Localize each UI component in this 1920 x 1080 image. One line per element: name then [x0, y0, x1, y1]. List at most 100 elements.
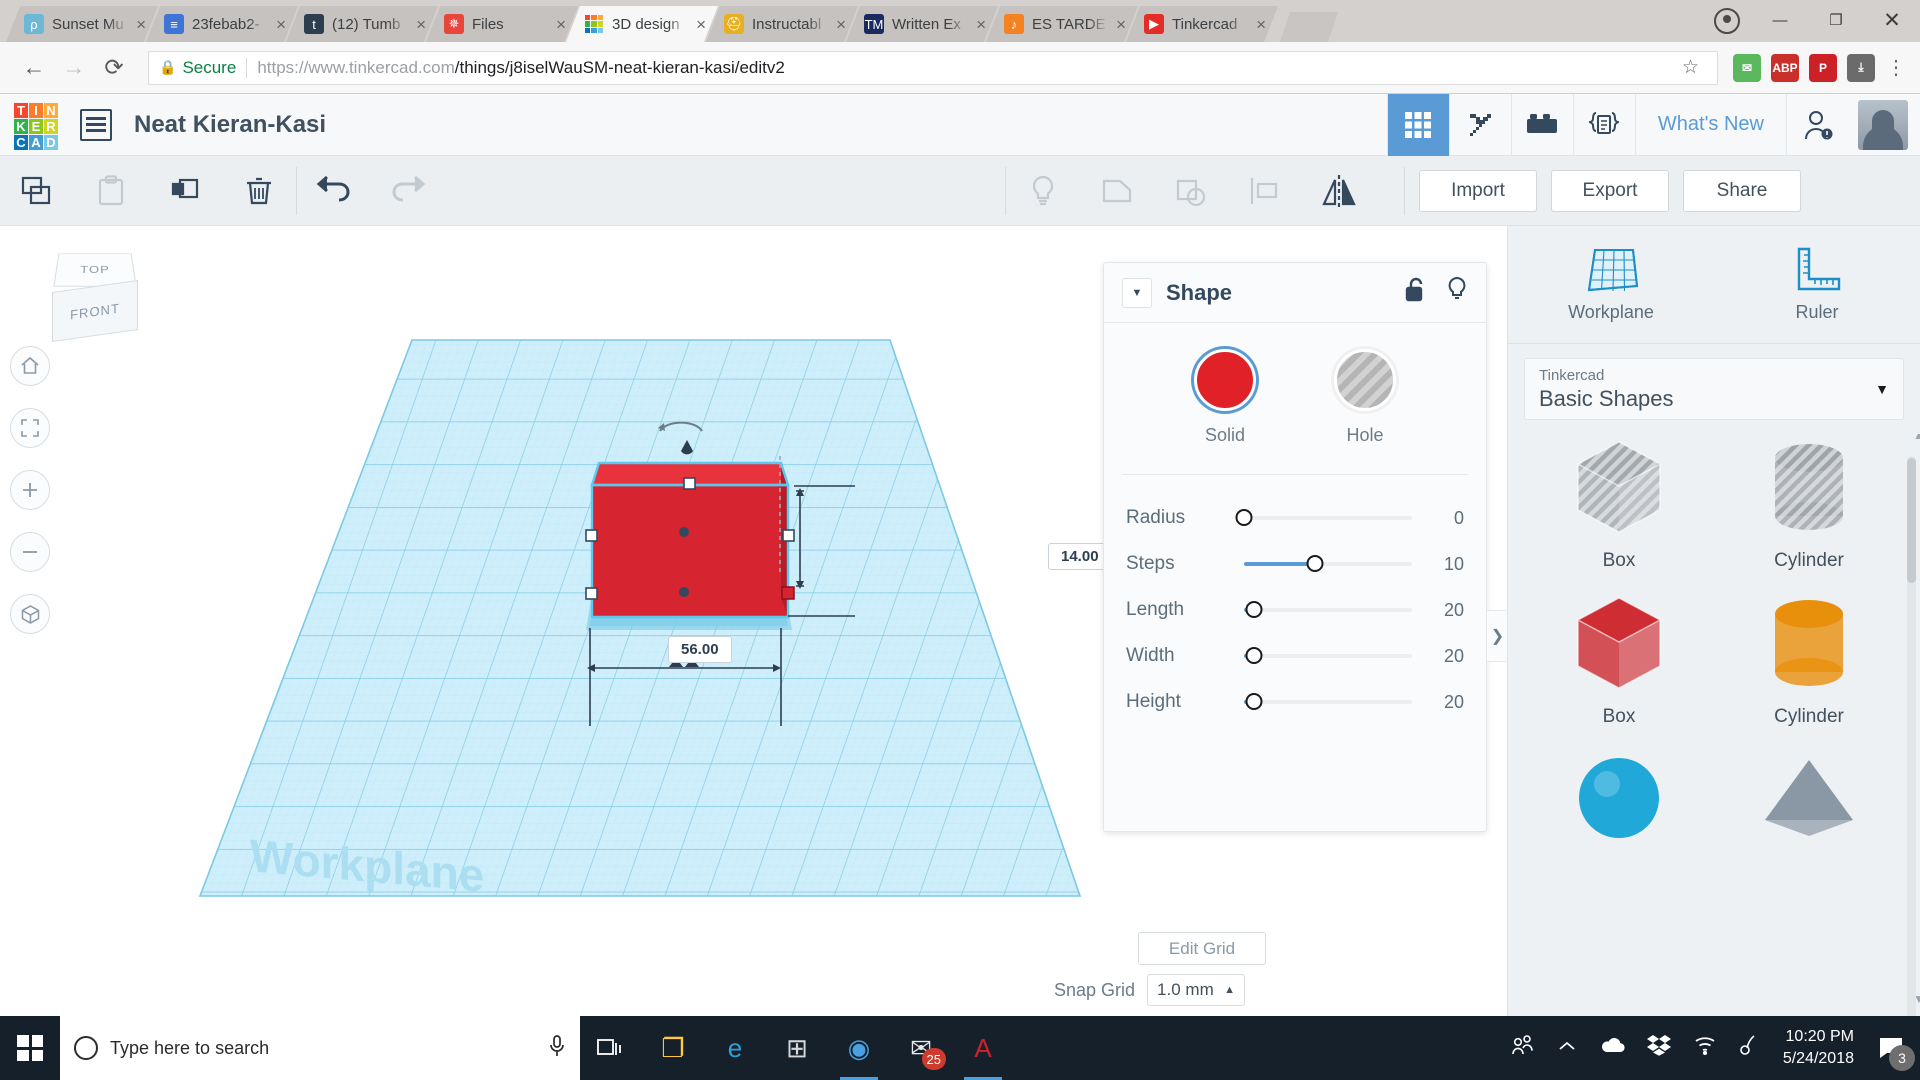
- avatar[interactable]: [1858, 99, 1908, 150]
- steps-slider[interactable]: [1244, 555, 1412, 572]
- workplane-surface[interactable]: Workplane: [190, 336, 1110, 936]
- browser-tab[interactable]: TM Written Ex ×: [846, 6, 998, 42]
- back-button[interactable]: ←: [14, 48, 54, 88]
- mail-app[interactable]: ✉ 25: [890, 1016, 952, 1080]
- new-tab-button[interactable]: [1280, 12, 1338, 42]
- shape-library-select[interactable]: Tinkercad Basic Shapes ▼: [1524, 358, 1904, 420]
- length-slider[interactable]: [1244, 601, 1412, 618]
- home-view-icon[interactable]: [10, 346, 50, 386]
- pickaxe-minecraft-icon[interactable]: [1448, 93, 1511, 156]
- forward-button[interactable]: →: [54, 48, 94, 88]
- radius-slider-knob[interactable]: [1235, 509, 1253, 526]
- hole-option-swatch[interactable]: [1334, 349, 1396, 411]
- shape-box-hole[interactable]: Box: [1524, 434, 1714, 572]
- shape-roof-gray[interactable]: [1714, 746, 1904, 850]
- workplane-tool[interactable]: Workplane: [1508, 226, 1714, 343]
- microsoft-store-app[interactable]: ⊞: [766, 1016, 828, 1080]
- view-cube[interactable]: TOP FRONT: [42, 248, 150, 348]
- person-add-icon[interactable]: [1786, 93, 1848, 156]
- show-hidden-icons-chevron[interactable]: [1557, 1037, 1577, 1059]
- view-cube-front[interactable]: FRONT: [52, 279, 138, 343]
- action-center-icon[interactable]: 3: [1876, 1033, 1915, 1071]
- copy-icon[interactable]: [0, 156, 74, 226]
- bookmark-star-icon[interactable]: ☆: [1682, 56, 1699, 79]
- duplicate-icon[interactable]: [148, 156, 222, 226]
- tinkercad-logo[interactable]: TINKERCAD: [14, 102, 58, 150]
- light-bulb-icon[interactable]: [1006, 156, 1080, 226]
- pdf-extension-icon[interactable]: ⤓: [1847, 53, 1875, 82]
- zoom-in-icon[interactable]: [10, 470, 50, 510]
- browser-tab[interactable]: ✵ Files ×: [426, 6, 578, 42]
- align-icon[interactable]: [1228, 156, 1302, 226]
- collapse-panel-button[interactable]: ▼: [1122, 277, 1152, 308]
- group-icon[interactable]: [1080, 156, 1154, 226]
- fit-view-icon[interactable]: [10, 408, 50, 448]
- close-icon[interactable]: ×: [1250, 16, 1272, 33]
- microphone-icon[interactable]: [548, 1034, 566, 1062]
- reload-button[interactable]: ⟳: [94, 48, 134, 88]
- paste-icon[interactable]: [74, 156, 148, 226]
- delete-trash-icon[interactable]: [222, 156, 296, 226]
- edge-browser-app[interactable]: e: [704, 1016, 766, 1080]
- audio-icon[interactable]: [1739, 1034, 1761, 1062]
- minimize-button[interactable]: —: [1752, 0, 1808, 40]
- address-bar[interactable]: 🔒 Secure https://www.tinkercad.com/thing…: [148, 50, 1718, 85]
- browser-tab[interactable]: ⛑ Instructabl ×: [706, 6, 858, 42]
- list-icon[interactable]: [80, 108, 112, 141]
- adobe-reader-app[interactable]: A: [952, 1016, 1014, 1080]
- browser-tab[interactable]: ♪ ES TARDE ×: [986, 6, 1138, 42]
- wifi-icon[interactable]: [1693, 1035, 1717, 1061]
- share-button[interactable]: Share: [1683, 169, 1801, 212]
- length-value[interactable]: 20: [1430, 600, 1464, 621]
- chrome-menu-icon[interactable]: ⋮: [1886, 55, 1906, 80]
- length-dimension[interactable]: 56.00: [668, 636, 732, 663]
- mirror-flip-icon[interactable]: [1302, 156, 1376, 226]
- hole-option[interactable]: Hole: [1334, 349, 1396, 446]
- edit-grid-button[interactable]: Edit Grid: [1138, 932, 1266, 965]
- ruler-tool[interactable]: Ruler: [1714, 226, 1920, 343]
- browser-tab[interactable]: t (12) Tumb ×: [286, 6, 438, 42]
- height-dimension[interactable]: 14.00: [1048, 543, 1112, 570]
- close-icon[interactable]: ×: [410, 16, 432, 33]
- import-button[interactable]: Import: [1419, 169, 1537, 212]
- snap-grid-select[interactable]: 1.0 mm ▲: [1147, 974, 1246, 1006]
- taskbar-search[interactable]: Type here to search: [60, 1016, 580, 1080]
- sidebar-scrollbar-thumb[interactable]: [1907, 458, 1916, 583]
- width-slider-knob[interactable]: [1245, 647, 1263, 664]
- browser-tab[interactable]: 3D design ×: [566, 6, 718, 42]
- onedrive-icon[interactable]: [1599, 1036, 1625, 1060]
- zoom-out-icon[interactable]: [10, 532, 50, 572]
- panel-expand-handle[interactable]: ❯: [1487, 610, 1509, 662]
- pinterest-icon[interactable]: P: [1809, 53, 1837, 82]
- radius-slider[interactable]: [1235, 509, 1412, 526]
- people-icon[interactable]: [1511, 1034, 1535, 1062]
- width-value[interactable]: 20: [1430, 646, 1464, 667]
- radius-value[interactable]: 0: [1430, 508, 1464, 529]
- shape-sphere-blue[interactable]: [1524, 746, 1714, 850]
- shape-cylinder-hole[interactable]: Cylinder: [1714, 434, 1904, 572]
- steps-value[interactable]: 10: [1430, 554, 1464, 575]
- ungroup-icon[interactable]: [1154, 156, 1228, 226]
- codeblocks-icon[interactable]: [1572, 93, 1635, 156]
- close-icon[interactable]: ×: [1110, 16, 1132, 33]
- length-slider-knob[interactable]: [1245, 601, 1263, 618]
- lego-brick-icon[interactable]: [1510, 93, 1573, 156]
- scroll-up-arrow[interactable]: ▲: [1912, 434, 1920, 442]
- profile-icon[interactable]: [1714, 8, 1740, 34]
- light-bulb-icon[interactable]: [1446, 276, 1468, 309]
- height-value[interactable]: 20: [1430, 692, 1464, 713]
- perspective-toggle-icon[interactable]: [10, 594, 50, 634]
- redo-icon[interactable]: [371, 156, 445, 226]
- close-icon[interactable]: ×: [270, 16, 292, 33]
- close-icon[interactable]: ×: [830, 16, 852, 33]
- file-explorer-app[interactable]: ❐: [642, 1016, 704, 1080]
- start-button[interactable]: [0, 1016, 60, 1080]
- shape-cylinder-orange[interactable]: Cylinder: [1714, 590, 1904, 728]
- solid-option[interactable]: Solid: [1194, 349, 1256, 446]
- adblock-plus-icon[interactable]: ABP: [1771, 53, 1799, 82]
- close-icon[interactable]: ×: [130, 16, 152, 33]
- solid-option-swatch[interactable]: [1194, 349, 1256, 411]
- undo-icon[interactable]: [297, 156, 371, 226]
- export-button[interactable]: Export: [1551, 169, 1669, 212]
- taskbar-clock[interactable]: 10:20 PM 5/24/2018: [1783, 1026, 1854, 1069]
